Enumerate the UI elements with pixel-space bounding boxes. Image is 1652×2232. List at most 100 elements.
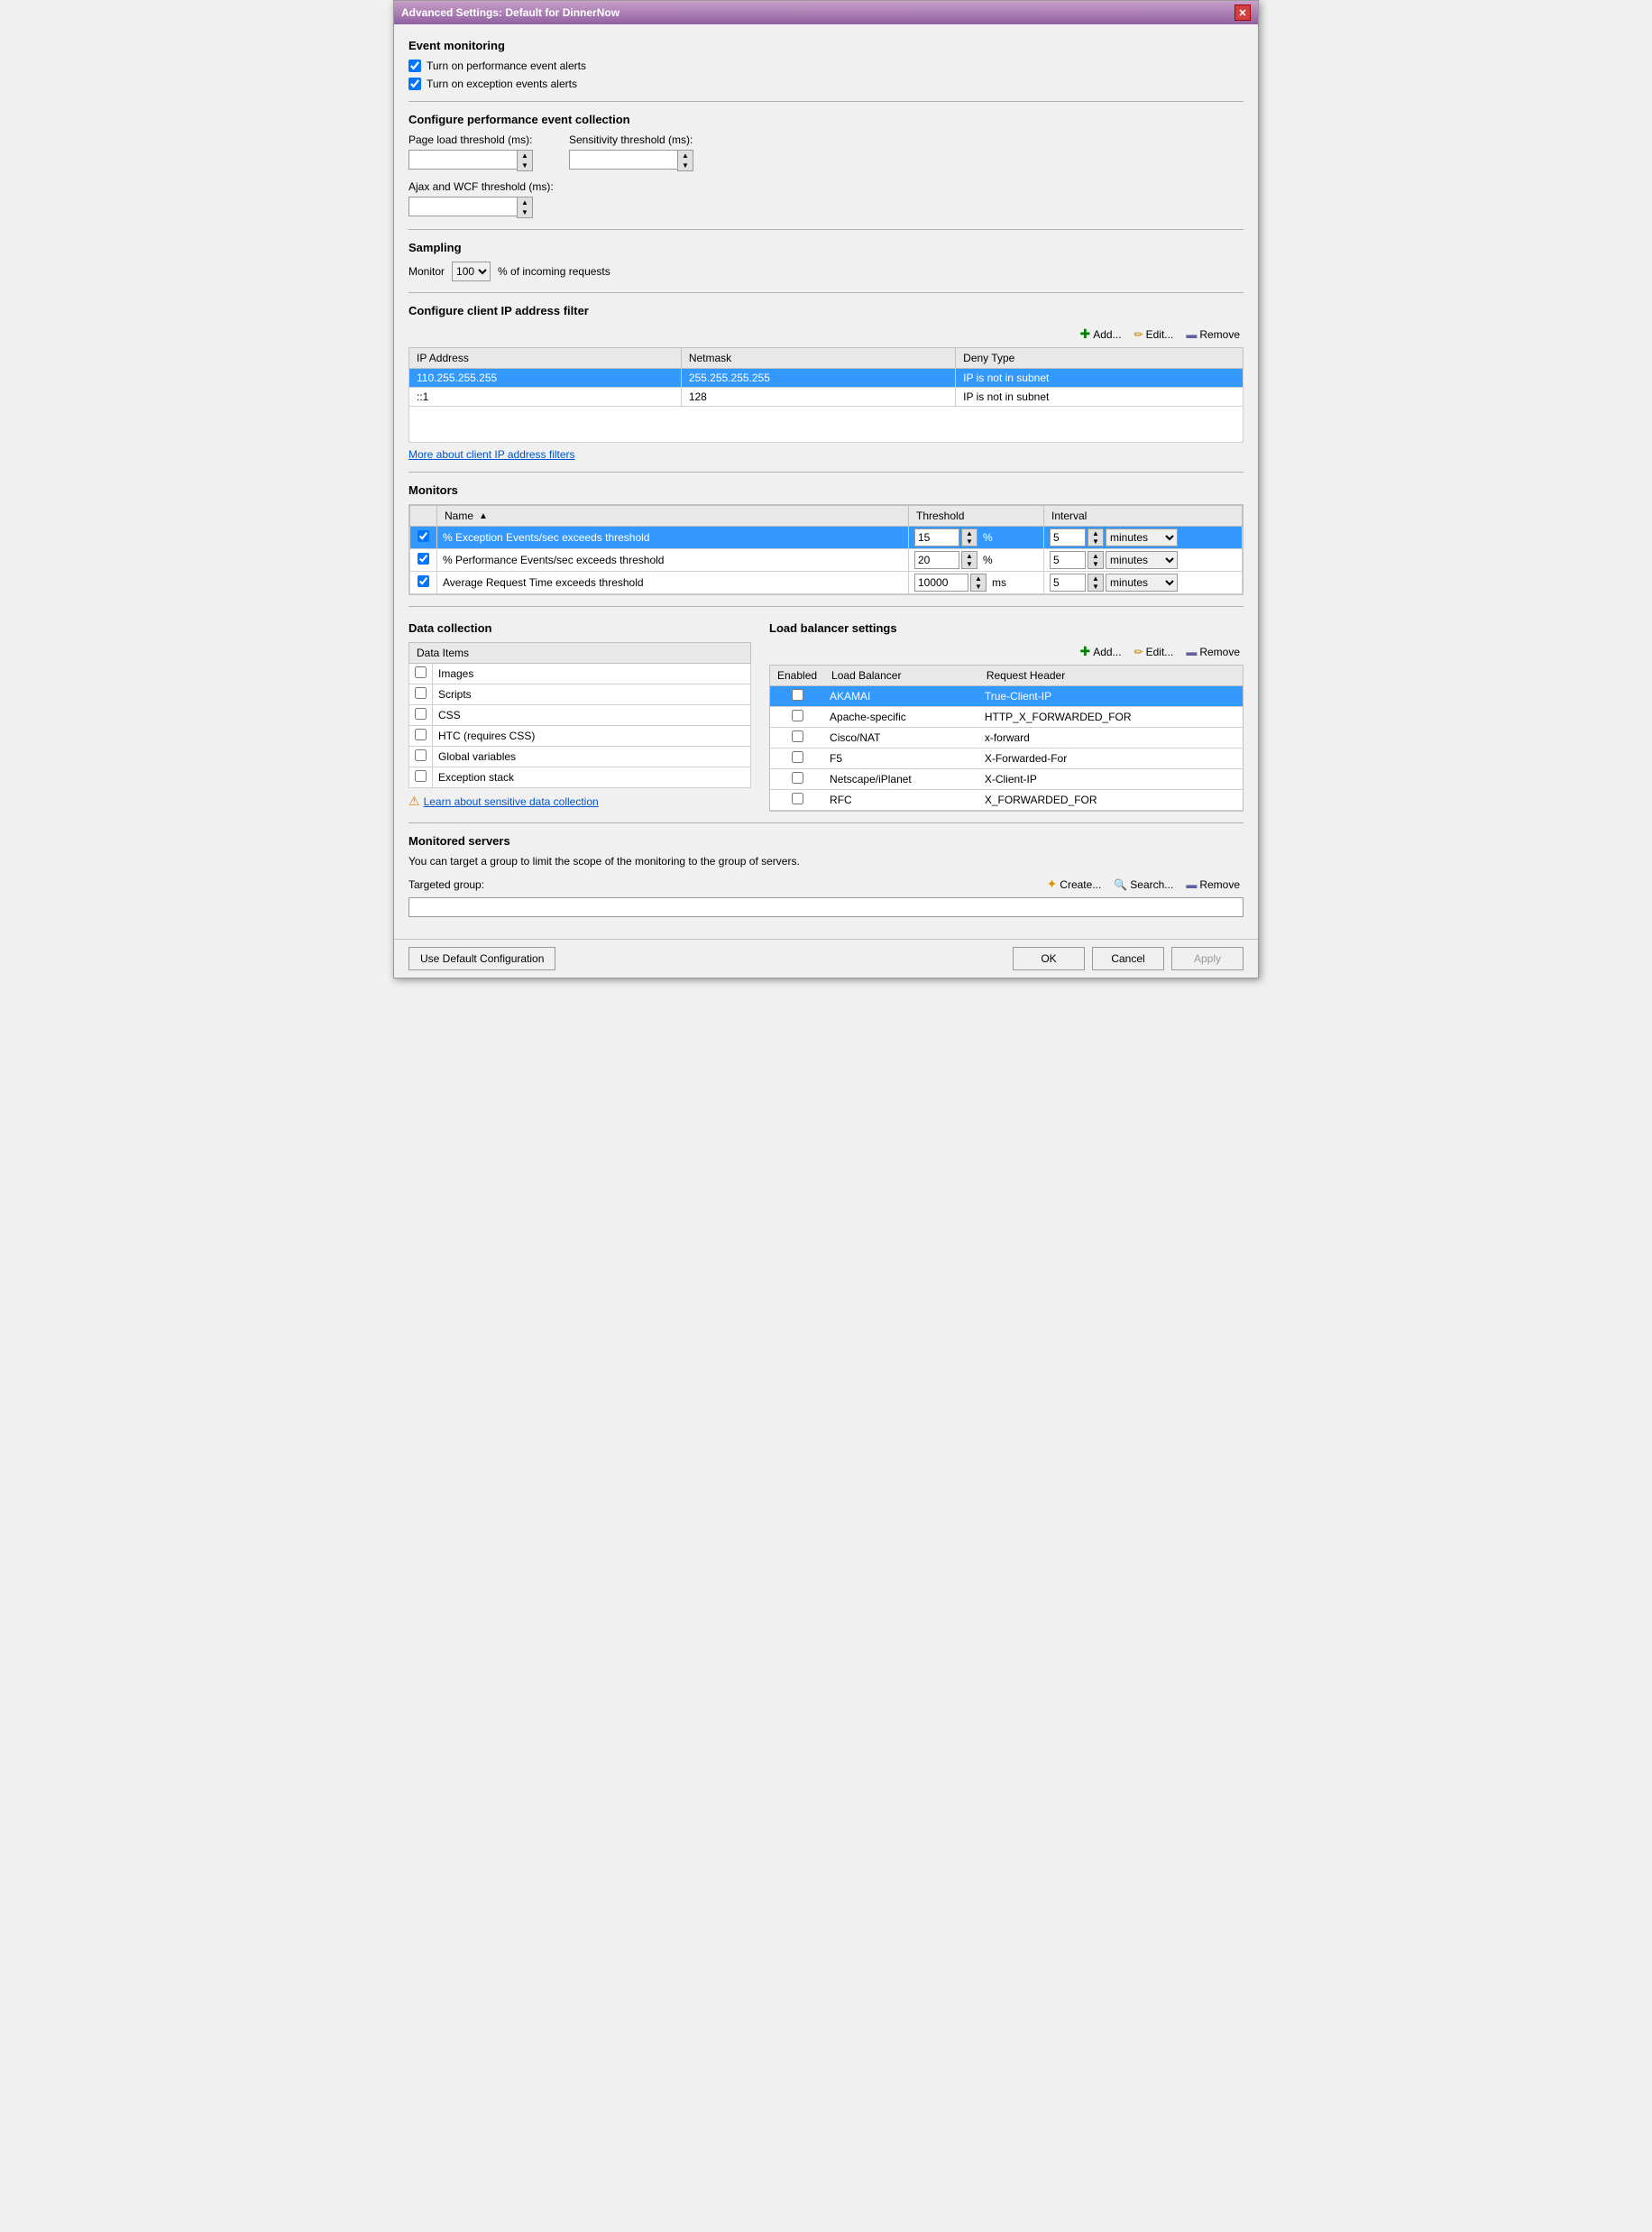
ajax-down[interactable]: ▼ [518,207,532,217]
apply-button[interactable]: Apply [1171,947,1244,970]
interval-input[interactable] [1050,551,1086,569]
ok-button[interactable]: OK [1013,947,1085,970]
ajax-label: Ajax and WCF threshold (ms): [408,180,1244,193]
ip-edit-button[interactable]: ✏ Edit... [1131,326,1178,343]
lb-enabled-check[interactable] [792,730,803,742]
monitor-threshold-cell: ▲ ▼ ms [909,572,1044,594]
threshold-up[interactable]: ▲ [971,574,986,583]
use-default-button[interactable]: Use Default Configuration [408,947,555,970]
page-load-down[interactable]: ▼ [518,161,532,170]
scripts-label: Scripts [433,684,751,705]
table-row[interactable]: % Performance Events/sec exceeds thresho… [410,549,1243,572]
threshold-input[interactable] [914,551,959,569]
threshold-down[interactable]: ▼ [971,583,986,591]
page-load-up[interactable]: ▲ [518,151,532,161]
table-row[interactable]: Cisco/NAT x-forward [770,728,1243,749]
page-load-input[interactable]: 15000 [408,150,517,170]
lb-edit-button[interactable]: ✏ Edit... [1131,644,1178,660]
ajax-spin-buttons: ▲ ▼ [517,197,533,218]
interval-up[interactable]: ▲ [1088,552,1103,560]
table-row[interactable]: RFC X_FORWARDED_FOR [770,790,1243,811]
threshold-input[interactable] [914,528,959,547]
monitors-name-col[interactable]: Name ▲ [437,506,909,527]
close-button[interactable]: ✕ [1234,5,1251,21]
targeted-label: Targeted group: [408,878,484,891]
table-row[interactable]: % Exception Events/sec exceeds threshold… [410,527,1243,549]
threshold-down[interactable]: ▼ [962,560,977,568]
data-item-row: Images [409,664,751,684]
htc-checkbox[interactable] [415,729,427,740]
lb-enabled-check[interactable] [792,689,803,701]
scripts-checkbox[interactable] [415,687,427,699]
ip-more-link[interactable]: More about client IP address filters [408,448,575,461]
table-row[interactable]: 110.255.255.255 255.255.255.255 IP is no… [409,369,1244,388]
targeted-group-input[interactable] [408,897,1244,917]
monitor-select[interactable]: 100 50 25 10 [452,262,491,281]
ip-remove-button[interactable]: ▬ Remove [1182,326,1244,343]
threshold-down[interactable]: ▼ [962,537,977,546]
interval-unit-select[interactable]: minutes hours days [1106,574,1178,592]
threshold-input[interactable] [914,574,968,592]
monitor-threshold-cell: ▲ ▼ % [909,527,1044,549]
lb-enabled-check[interactable] [792,772,803,784]
ajax-group: Ajax and WCF threshold (ms): 5000 ▲ ▼ [408,180,1244,218]
ip-add-button[interactable]: ✚ Add... [1076,325,1124,344]
monitored-servers-desc: You can target a group to limit the scop… [408,855,1244,868]
lb-enabled-check[interactable] [792,710,803,721]
css-checkbox[interactable] [415,708,427,720]
monitor-row-check[interactable] [418,553,429,565]
interval-up[interactable]: ▲ [1088,574,1103,583]
exception-checkbox[interactable] [415,770,427,782]
lb-table-container: Enabled Load Balancer Request Header AKA… [769,665,1244,812]
monitor-threshold-cell: ▲ ▼ % [909,549,1044,572]
ajax-input[interactable]: 5000 [408,197,517,216]
table-row[interactable]: Apache-specific HTTP_X_FORWARDED_FOR [770,707,1243,728]
performance-alerts-checkbox[interactable] [408,60,421,72]
server-remove-button[interactable]: ▬ Remove [1182,877,1244,893]
monitor-interval-cell: ▲ ▼ minutes hours days [1044,527,1243,549]
event-monitoring-title: Event monitoring [408,39,1244,52]
sensitivity-down[interactable]: ▼ [678,161,693,170]
threshold-spin: ▲ ▼ [970,574,987,592]
table-row[interactable]: Average Request Time exceeds threshold ▲… [410,572,1243,594]
threshold-up[interactable]: ▲ [962,552,977,560]
sensitivity-input[interactable]: 3000 [569,150,677,170]
create-button[interactable]: ✦ Create... [1043,875,1106,894]
lb-remove-button[interactable]: ▬ Remove [1182,644,1244,660]
monitor-row-check[interactable] [418,530,429,542]
threshold-up[interactable]: ▲ [962,529,977,537]
table-row[interactable]: Netscape/iPlanet X-Client-IP [770,769,1243,790]
monitor-row-check[interactable] [418,575,429,587]
table-row[interactable]: ::1 128 IP is not in subnet [409,388,1244,407]
lb-title: Load balancer settings [769,621,1244,635]
table-row[interactable]: AKAMAI True-Client-IP [770,686,1243,707]
divider-6 [408,822,1244,823]
images-checkbox[interactable] [415,666,427,678]
global-checkbox[interactable] [415,749,427,761]
interval-input[interactable] [1050,528,1086,547]
lb-name-cell: Apache-specific [824,707,979,728]
lb-enabled-check[interactable] [792,751,803,763]
table-row[interactable]: F5 X-Forwarded-For [770,749,1243,769]
ajax-up[interactable]: ▲ [518,197,532,207]
interval-down[interactable]: ▼ [1088,560,1103,568]
lb-enabled-check[interactable] [792,793,803,804]
data-item-row: Exception stack [409,767,751,788]
lb-edit-label: Edit... [1146,646,1174,658]
content-area: Event monitoring Turn on performance eve… [394,24,1258,939]
monitors-container: Name ▲ Threshold Interval % Exception Ev… [408,504,1244,595]
interval-down[interactable]: ▼ [1088,583,1103,591]
interval-unit-select[interactable]: minutes hours days [1106,528,1178,547]
sensitivity-up[interactable]: ▲ [678,151,693,161]
interval-up[interactable]: ▲ [1088,529,1103,537]
netmask-cell: 255.255.255.255 [681,369,955,388]
interval-unit-select[interactable]: minutes hours days [1106,551,1178,569]
cancel-button[interactable]: Cancel [1092,947,1164,970]
sensitive-link[interactable]: Learn about sensitive data collection [424,795,599,808]
interval-spin: ▲ ▼ [1088,551,1104,569]
lb-add-button[interactable]: ✚ Add... [1076,642,1124,661]
search-button[interactable]: 🔍 Search... [1110,877,1177,893]
interval-input[interactable] [1050,574,1086,592]
interval-down[interactable]: ▼ [1088,537,1103,546]
exception-alerts-checkbox[interactable] [408,78,421,90]
